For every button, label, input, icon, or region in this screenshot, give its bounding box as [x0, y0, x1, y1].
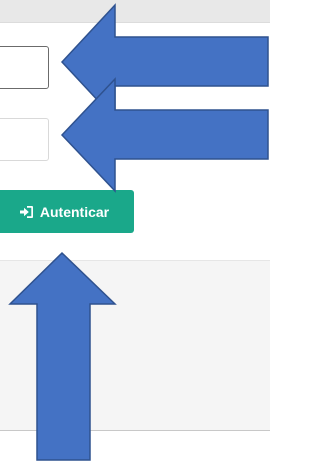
- divider: [0, 430, 270, 431]
- password-field[interactable]: [0, 118, 49, 161]
- authenticate-button[interactable]: Autenticar: [0, 190, 134, 233]
- authenticate-button-label: Autenticar: [39, 203, 110, 220]
- login-page: Autenticar: [0, 0, 270, 462]
- lower-panel: [0, 260, 270, 431]
- header-strip: [0, 0, 270, 23]
- sign-in-icon: [19, 205, 34, 219]
- username-field[interactable]: [0, 46, 49, 89]
- arrow-pointing-to-password-field: [60, 77, 269, 193]
